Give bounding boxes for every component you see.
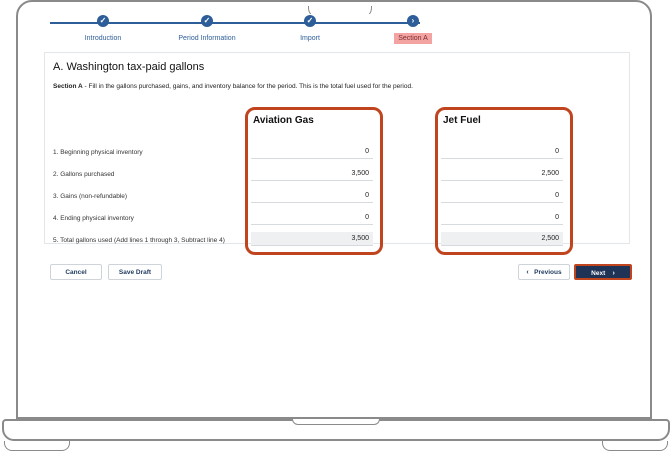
screen: ✓ Introduction ✓ Period Information ✓ Im… (40, 14, 634, 410)
form-footer: Cancel Save Draft ‹ Previous Next › (44, 260, 632, 284)
previous-label: Previous (534, 269, 562, 276)
check-icon: ✓ (201, 15, 213, 27)
step-introduction[interactable]: ✓ Introduction (48, 15, 158, 45)
check-icon: ✓ (304, 15, 316, 27)
row-label: 3. Gains (non-refundable) (53, 193, 128, 200)
row-label: 2. Gallons purchased (53, 171, 115, 178)
laptop-base-notch (292, 419, 380, 425)
step-label: Section A (394, 33, 432, 44)
save-draft-button[interactable]: Save Draft (108, 264, 162, 280)
section-description: Section A - Fill in the gallons purchase… (53, 83, 413, 90)
chevron-right-icon: › (612, 270, 615, 277)
step-label: Period Information (178, 35, 236, 42)
previous-button[interactable]: ‹ Previous (518, 264, 570, 280)
section-title: A. Washington tax-paid gallons (53, 61, 205, 73)
chevron-left-icon: ‹ (526, 269, 529, 276)
step-label: Introduction (84, 35, 122, 42)
step-section-a[interactable]: › Section A (358, 15, 468, 45)
row-label: 4. Ending physical inventory (53, 215, 134, 222)
cancel-button[interactable]: Cancel (50, 264, 102, 280)
section-card: A. Washington tax-paid gallons Section A… (44, 52, 630, 255)
laptop-foot-right (602, 441, 668, 451)
row-label: 5. Total gallons used (Add lines 1 throu… (53, 237, 225, 244)
laptop-foot-left (4, 441, 70, 451)
aviation-gas-highlight (245, 107, 383, 255)
next-label: Next (591, 270, 606, 277)
jet-fuel-highlight (435, 107, 573, 255)
progress-stepper: ✓ Introduction ✓ Period Information ✓ Im… (40, 14, 634, 48)
step-period-information[interactable]: ✓ Period Information (152, 15, 262, 45)
check-icon: ✓ (97, 15, 109, 27)
section-desc-bold: Section A (53, 83, 83, 90)
section-desc-text: - Fill in the gallons purchased, gains, … (82, 83, 413, 90)
chevron-right-icon: › (407, 15, 419, 27)
next-button[interactable]: Next › (574, 264, 632, 280)
row-label: 1. Beginning physical inventory (53, 149, 143, 156)
step-import[interactable]: ✓ Import (255, 15, 365, 45)
step-label: Import (300, 35, 320, 42)
